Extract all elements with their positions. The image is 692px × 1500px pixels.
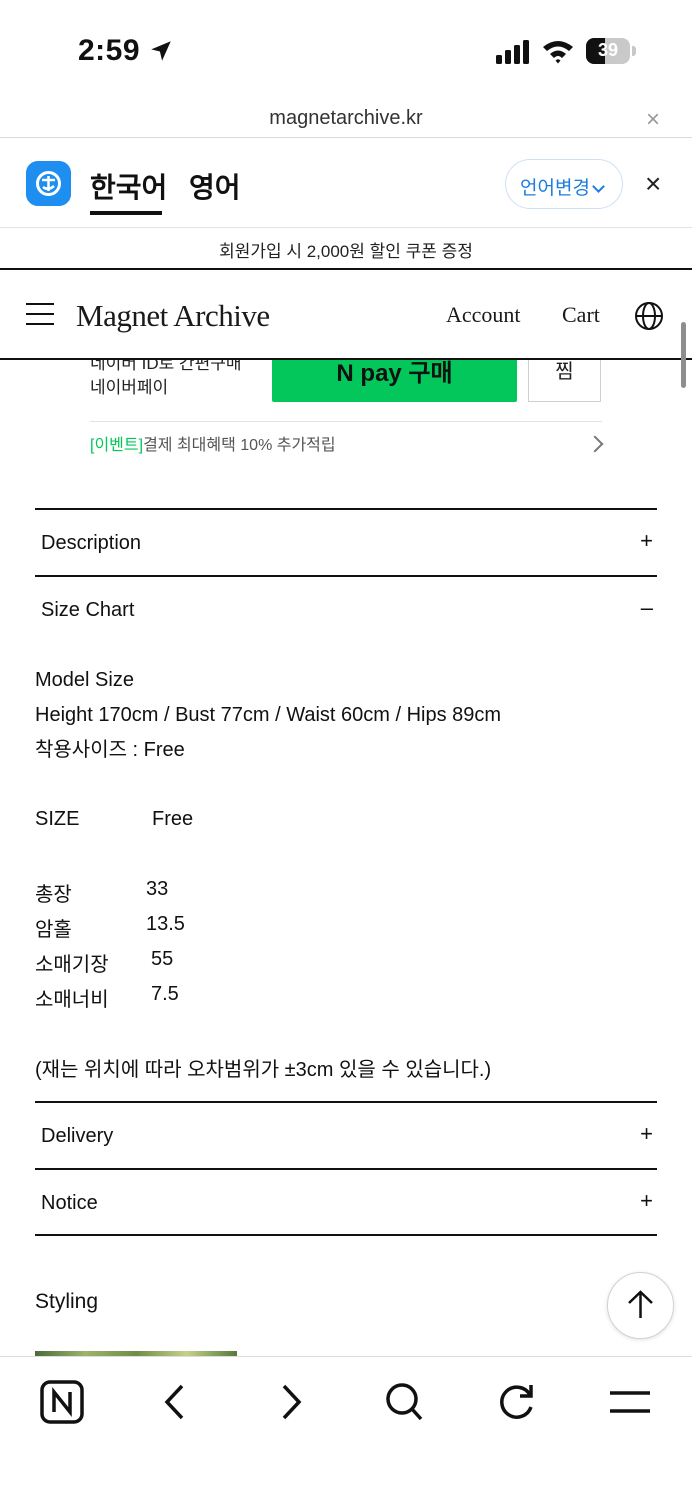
event-text: 결제 최대혜택 10% 추가적립	[143, 437, 336, 454]
status-time: 2:59	[78, 34, 141, 67]
expand-icon: +	[640, 1188, 653, 1213]
promo-banner[interactable]: 회원가입 시 2,000원 할인 쿠폰 증정	[0, 228, 692, 270]
hamburger-menu-icon[interactable]	[26, 303, 54, 325]
chevron-right-icon[interactable]	[586, 435, 604, 453]
arrow-up-icon	[628, 1290, 653, 1318]
battery-icon: 39	[586, 38, 636, 64]
account-link[interactable]: Account	[446, 302, 521, 328]
browser-toolbar	[0, 1356, 692, 1500]
globe-icon[interactable]	[634, 301, 664, 331]
translate-bar: 한국어 영어 언어변경 ×	[0, 138, 692, 228]
browser-url-bar[interactable]: magnetarchive.kr ×	[0, 100, 692, 138]
tab-english[interactable]: 영어	[189, 166, 241, 206]
menu-icon[interactable]	[605, 1377, 655, 1427]
url-close-icon[interactable]: ×	[646, 106, 660, 134]
npay-event-link[interactable]: [이벤트]결제 최대혜택 10% 추가적립	[90, 431, 336, 455]
measurement-note: (재는 위치에 따라 오차범위가 ±3cm 있을 수 있습니다.)	[35, 1059, 492, 1081]
wear-size: 착용사이즈 : Free	[35, 739, 185, 761]
back-chevron-icon[interactable]	[151, 1377, 201, 1427]
translate-logo-icon	[26, 161, 71, 206]
size-header-value: Free	[152, 808, 194, 830]
battery-level: 39	[597, 40, 619, 60]
cart-link[interactable]: Cart	[562, 302, 600, 328]
measurement-label: 암홀	[35, 919, 72, 941]
accordion-description[interactable]: Description +	[35, 508, 657, 575]
accordion-label: Delivery	[41, 1125, 114, 1147]
change-language-button[interactable]: 언어변경	[505, 159, 623, 209]
change-language-label: 언어변경	[520, 178, 590, 199]
npay-line-2: 네이버페이	[90, 378, 169, 397]
measurement-value: 7.5	[151, 983, 179, 1005]
wifi-icon	[543, 41, 573, 64]
npay-divider	[90, 421, 602, 422]
scrollbar-thumb[interactable]	[681, 322, 686, 388]
event-tag: [이벤트]	[90, 437, 144, 454]
accordion-notice[interactable]: Notice +	[35, 1168, 657, 1235]
model-size-title: Model Size	[35, 669, 134, 691]
naver-n-icon[interactable]	[37, 1377, 87, 1427]
expand-icon: +	[640, 1121, 653, 1146]
accordion-delivery[interactable]: Delivery +	[35, 1101, 657, 1168]
url-text[interactable]: magnetarchive.kr	[0, 107, 692, 130]
accordion-label: Notice	[41, 1192, 98, 1214]
measurement-label: 총장	[35, 884, 72, 906]
expand-icon: +	[640, 528, 653, 553]
collapse-icon: –	[640, 595, 653, 620]
tab-korean[interactable]: 한국어	[90, 166, 167, 206]
translate-close-icon[interactable]: ×	[645, 168, 661, 200]
back-to-top-button[interactable]	[607, 1272, 674, 1339]
measurement-value: 55	[151, 948, 174, 970]
location-arrow-icon	[151, 41, 171, 61]
status-bar: 2:59 39	[0, 0, 692, 100]
size-header-label: SIZE	[35, 808, 80, 830]
brand-logo[interactable]: Magnet Archive	[76, 298, 270, 334]
cellular-signal-icon	[496, 40, 529, 64]
accordion-label: Description	[41, 532, 142, 554]
measurement-label: 소매기장	[35, 954, 109, 976]
size-chart-content: Model Size Height 170cm / Bust 77cm / Wa…	[35, 663, 655, 768]
chevron-down-icon	[592, 180, 605, 193]
model-measurements: Height 170cm / Bust 77cm / Waist 60cm / …	[35, 704, 502, 726]
measurement-value: 33	[146, 878, 169, 900]
accordion-label: Size Chart	[41, 599, 135, 621]
forward-chevron-icon[interactable]	[265, 1377, 315, 1427]
accordion-size-chart[interactable]: Size Chart –	[35, 575, 657, 642]
active-tab-underline	[90, 211, 162, 215]
accordion-bottom-border	[35, 1234, 657, 1236]
refresh-icon[interactable]	[492, 1377, 542, 1427]
styling-title: Styling	[35, 1290, 99, 1313]
search-icon[interactable]	[379, 1377, 429, 1427]
site-header: Magnet Archive Account Cart	[0, 271, 692, 360]
measurement-label: 소매너비	[35, 989, 109, 1011]
measurement-value: 13.5	[146, 913, 185, 935]
